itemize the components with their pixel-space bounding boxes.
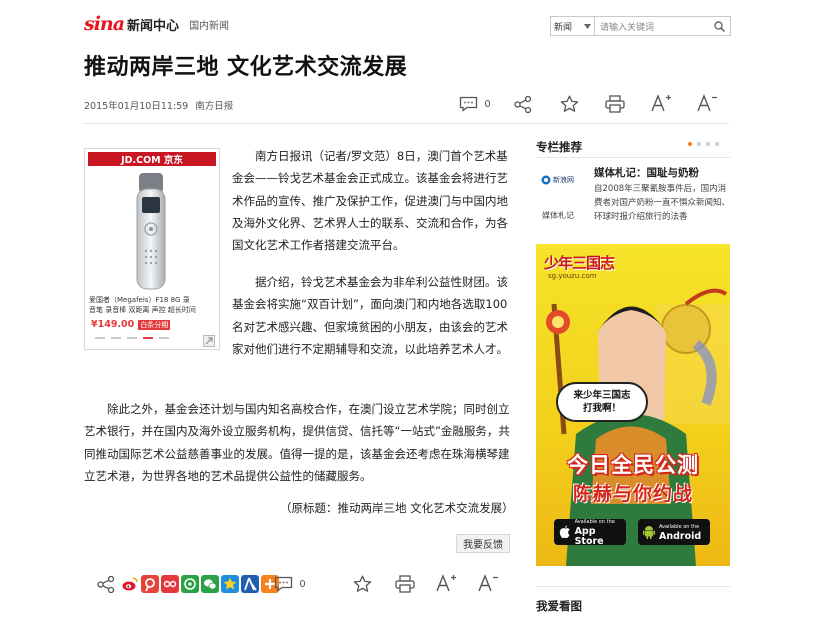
font-increase-button[interactable] bbox=[649, 93, 673, 113]
font-decrease-button-bottom[interactable] bbox=[476, 573, 500, 593]
comment-button[interactable]: 0 bbox=[455, 95, 495, 113]
search-category-select[interactable]: 新闻 bbox=[551, 17, 595, 35]
article-paragraph-3: 除此之外，基金会还计划与国内知名高校合作，在澳门设立艺术学院；同时创立艺术银行，… bbox=[84, 402, 510, 483]
sidebar-divider bbox=[536, 157, 730, 158]
featured-column-desc: 自2008年三聚氰胺事件后，国内消费者对国产奶粉一直不惧众新闻知、环球时报介绍旅… bbox=[594, 184, 730, 222]
article-title: 推动两岸三地 文化艺术交流发展 bbox=[84, 55, 408, 80]
font-increase-button-bottom[interactable] bbox=[434, 573, 458, 593]
site-name: 新闻中心 bbox=[127, 18, 180, 34]
sidebar-favorites-title: 我爱看图 bbox=[536, 599, 582, 613]
sidebar-recommend-title: 专栏推荐 bbox=[536, 140, 582, 154]
search-button[interactable] bbox=[708, 17, 730, 35]
featured-column-title[interactable]: 媒体札记：国耻与奶粉 bbox=[594, 165, 699, 180]
featured-column-item[interactable]: 新浪网 媒体札记 媒体札记：国耻与奶粉 自2008年三聚氰胺事件后，国内消费者对… bbox=[536, 165, 730, 233]
article-meta: 2015年01月10日11:59 南方日报 bbox=[84, 98, 233, 112]
channel-link[interactable]: 国内新闻 bbox=[189, 17, 229, 32]
app-store-button[interactable]: Available on the App Store bbox=[554, 519, 626, 547]
favorite-button[interactable] bbox=[558, 95, 580, 113]
comment-count-bottom: 0 bbox=[299, 578, 306, 590]
font-smaller-icon bbox=[697, 94, 717, 112]
qq-favorite-icon[interactable] bbox=[221, 575, 239, 593]
comment-button-bottom[interactable]: 0 bbox=[270, 575, 310, 593]
site-logo[interactable]: sina 新闻中心 国内新闻 bbox=[84, 12, 229, 36]
publish-time: 2015年01月10日11:59 bbox=[84, 101, 189, 112]
chevron-down-icon bbox=[584, 23, 591, 29]
carousel-dot-active[interactable] bbox=[688, 142, 692, 146]
sina-logo: sina bbox=[84, 13, 125, 35]
font-larger-icon bbox=[436, 574, 456, 592]
header-divider bbox=[84, 123, 729, 124]
font-smaller-icon bbox=[478, 574, 498, 592]
game-banner-ad[interactable]: 少年三国志 sg.youzu.com 来少年三国志 打我啊！ 今日全民公测 陈赫… bbox=[536, 244, 730, 566]
original-title: （原标题：推动两岸三地 文化艺术交流发展） bbox=[280, 501, 514, 515]
tencent-weibo-icon[interactable] bbox=[141, 575, 159, 593]
star-icon bbox=[560, 95, 578, 112]
print-button-bottom[interactable] bbox=[393, 575, 417, 593]
print-button[interactable] bbox=[603, 95, 627, 113]
feedback-button[interactable]: 我要反馈 bbox=[456, 534, 510, 553]
speech-bubble: 来少年三国志 打我啊！ bbox=[556, 382, 648, 422]
comment-count: 0 bbox=[484, 98, 491, 110]
android-icon bbox=[643, 526, 655, 539]
share-icon bbox=[97, 575, 115, 593]
carousel-dot[interactable] bbox=[706, 142, 710, 146]
game-url: sg.youzu.com bbox=[548, 272, 597, 280]
jd-brand-bar: JD.COM 京东 bbox=[88, 152, 216, 166]
font-larger-icon bbox=[651, 94, 671, 112]
share-button-bottom[interactable] bbox=[96, 575, 116, 593]
banner-slogan-2: 陈赫与你约战 bbox=[572, 483, 693, 505]
sidebar-divider-2 bbox=[536, 586, 730, 587]
comment-icon bbox=[275, 576, 293, 592]
apple-icon bbox=[559, 525, 570, 539]
search-input[interactable]: 请输入关键词 bbox=[595, 17, 708, 35]
qzone-icon[interactable] bbox=[161, 575, 179, 593]
article-paragraph-2: 据介绍，铃戈艺术基金会为非牟利公益性财团。该基金会将实施“双百计划”，面向澳门和… bbox=[232, 275, 508, 356]
star-icon bbox=[353, 575, 371, 592]
weibo-icon[interactable] bbox=[121, 575, 139, 593]
article-source[interactable]: 南方日报 bbox=[195, 101, 233, 112]
renren-icon[interactable] bbox=[241, 575, 259, 593]
featured-column-logo: 新浪网 媒体札记 bbox=[541, 175, 574, 220]
print-icon bbox=[605, 95, 625, 113]
wechat-icon[interactable] bbox=[201, 575, 219, 593]
social-share-icons bbox=[121, 575, 279, 593]
android-button[interactable]: Available on the Android bbox=[638, 519, 710, 545]
comment-icon bbox=[460, 96, 478, 112]
search-bar: 新闻 请输入关键词 bbox=[550, 16, 731, 36]
banner-slogan-1: 今日全民公测 bbox=[567, 453, 699, 477]
print-icon bbox=[395, 575, 415, 593]
font-decrease-button[interactable] bbox=[695, 93, 719, 113]
share-icon bbox=[514, 95, 532, 113]
sina-news-logo-icon bbox=[541, 175, 551, 185]
wechat-friends-icon[interactable] bbox=[181, 575, 199, 593]
carousel-dot[interactable] bbox=[697, 142, 701, 146]
share-button[interactable] bbox=[512, 95, 534, 113]
recommend-carousel-dots[interactable] bbox=[688, 142, 719, 146]
carousel-dot[interactable] bbox=[715, 142, 719, 146]
favorite-button-bottom[interactable] bbox=[351, 575, 373, 593]
game-logo: 少年三国志 bbox=[544, 254, 615, 272]
article-paragraph-1: 南方日报讯（记者/罗文范）8日，澳门首个艺术基金会——铃戈艺术基金会正式成立。该… bbox=[232, 149, 508, 253]
search-icon bbox=[713, 20, 725, 32]
